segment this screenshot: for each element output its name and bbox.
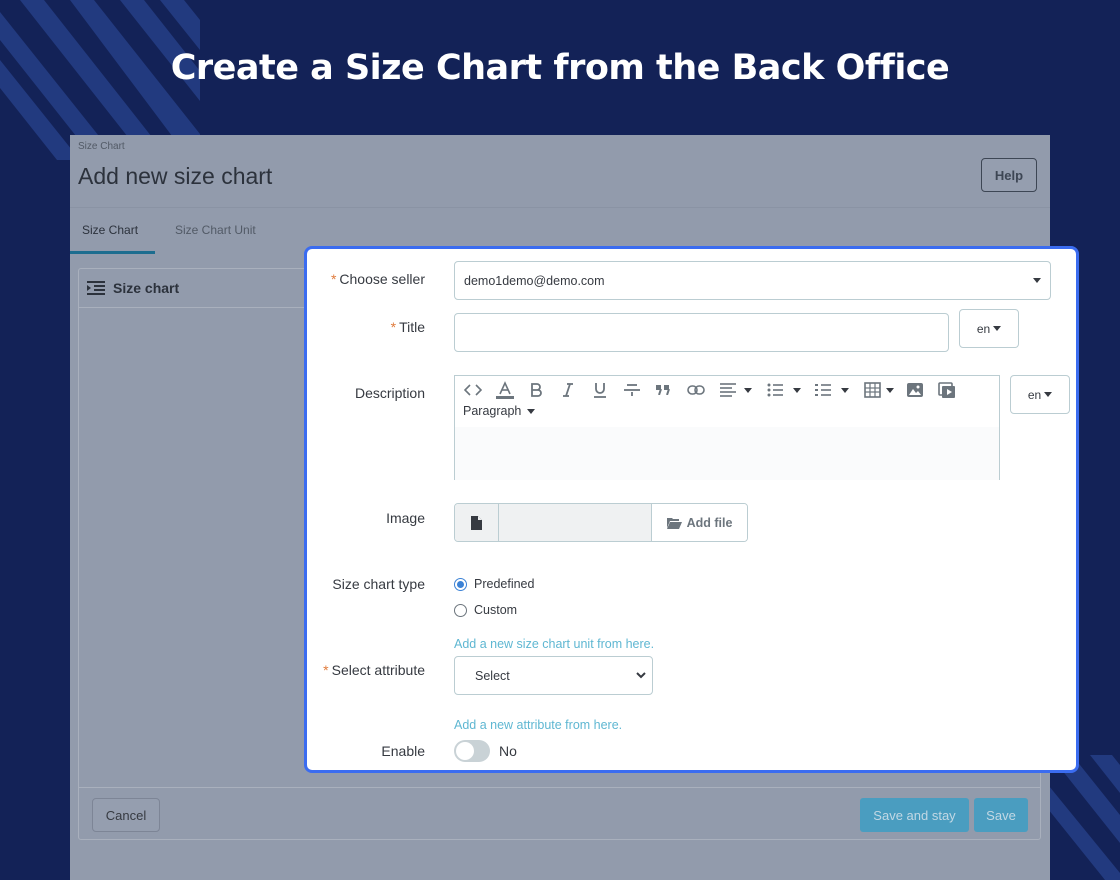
- title-language-dropdown[interactable]: en: [959, 309, 1019, 348]
- toggle-knob: [456, 742, 474, 760]
- help-button[interactable]: Help: [981, 158, 1037, 192]
- link-icon[interactable]: [687, 381, 705, 399]
- select-attribute-label: * Select attribute: [323, 662, 425, 678]
- table-icon[interactable]: [863, 381, 897, 399]
- caret-down-icon: [527, 408, 536, 414]
- add-file-button[interactable]: Add file: [652, 504, 747, 541]
- bullet-list-icon[interactable]: [767, 381, 803, 399]
- required-mark: *: [330, 271, 337, 287]
- quote-icon[interactable]: [655, 381, 671, 399]
- size-chart-form: * Choose seller demo1demo@demo.com * Title…: [304, 246, 1079, 773]
- font-color-icon[interactable]: [495, 381, 515, 399]
- description-text-area[interactable]: [455, 427, 999, 480]
- size-chart-type-label: Size chart type: [332, 576, 425, 592]
- image-file-input: Add file: [454, 503, 748, 542]
- list-indent-icon: [87, 281, 105, 295]
- caret-down-icon: [993, 326, 1002, 331]
- video-icon[interactable]: [938, 381, 956, 399]
- folder-open-icon: [666, 517, 682, 529]
- panel-footer: Cancel Save and stay Save: [79, 787, 1040, 841]
- tab-size-chart-unit[interactable]: Size Chart Unit: [175, 208, 256, 254]
- radio-button[interactable]: [454, 577, 467, 591]
- add-size-chart-unit-link[interactable]: Add a new size chart unit from here.: [454, 637, 654, 651]
- align-icon[interactable]: [719, 381, 753, 399]
- breadcrumb[interactable]: Size Chart: [78, 141, 125, 152]
- editor-toolbar: Paragraph: [455, 376, 999, 427]
- decorative-stripes-bottom: [1040, 755, 1120, 880]
- underline-icon[interactable]: [592, 381, 608, 399]
- italic-icon[interactable]: [560, 381, 576, 399]
- required-mark: *: [323, 662, 329, 678]
- description-editor: Paragraph: [454, 375, 1000, 480]
- page-header: Size Chart Add new size chart Help: [70, 135, 1050, 208]
- required-mark: *: [390, 319, 397, 335]
- numbered-list-icon[interactable]: [815, 381, 851, 399]
- page-title: Add new size chart: [78, 163, 273, 189]
- file-icon: [455, 504, 499, 541]
- seller-label: * Choose seller: [330, 271, 425, 287]
- file-name-field[interactable]: [499, 504, 652, 541]
- add-attribute-link[interactable]: Add a new attribute from here.: [454, 718, 622, 732]
- description-label: Description: [354, 385, 425, 401]
- paragraph-format-dropdown[interactable]: Paragraph: [463, 404, 536, 418]
- title-label: * Title: [390, 319, 425, 335]
- bold-icon[interactable]: [528, 381, 544, 399]
- chevron-down-icon: [636, 672, 646, 679]
- tab-size-chart[interactable]: Size Chart: [70, 208, 155, 254]
- save-button[interactable]: Save: [974, 798, 1028, 832]
- cancel-button[interactable]: Cancel: [92, 798, 160, 832]
- enable-label: Enable: [381, 743, 425, 759]
- save-and-stay-button[interactable]: Save and stay: [860, 798, 969, 832]
- description-language-dropdown[interactable]: en: [1010, 375, 1070, 414]
- image-label: Image: [386, 510, 425, 526]
- caret-down-icon: [1044, 392, 1053, 397]
- caret-down-icon: [1033, 278, 1041, 283]
- radio-predefined[interactable]: Predefined: [454, 577, 534, 591]
- seller-select[interactable]: demo1demo@demo.com: [454, 261, 1051, 300]
- enable-toggle[interactable]: [454, 740, 490, 762]
- radio-button[interactable]: [454, 603, 467, 617]
- enable-state: No: [499, 743, 517, 759]
- hero-title: Create a Size Chart from the Back Office: [170, 48, 950, 88]
- panel-title: Size chart: [113, 280, 180, 296]
- title-input[interactable]: [454, 313, 949, 352]
- image-icon[interactable]: [906, 381, 924, 399]
- radio-custom[interactable]: Custom: [454, 603, 517, 617]
- code-icon[interactable]: [463, 381, 483, 399]
- strikethrough-icon[interactable]: [624, 381, 640, 399]
- attribute-select[interactable]: Select: [454, 656, 653, 695]
